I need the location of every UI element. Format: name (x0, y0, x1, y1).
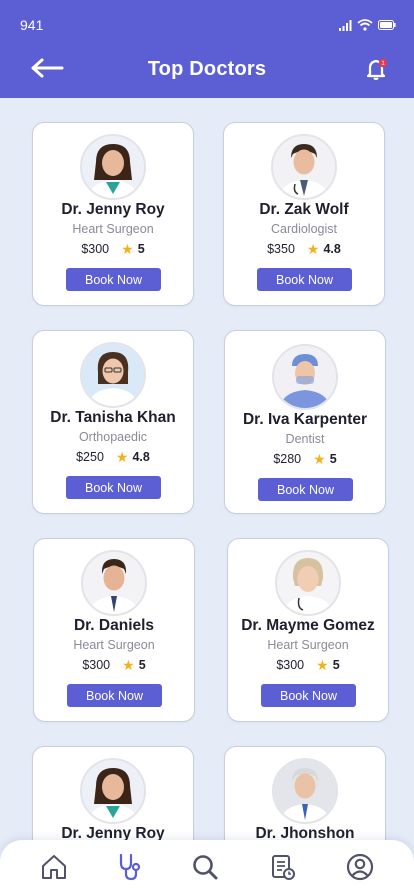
price-rating-row: $300 ★ 5 (33, 242, 193, 256)
star-icon: ★ (316, 657, 329, 673)
rating-value: 5 (332, 658, 340, 672)
book-now-button[interactable]: Book Now (67, 684, 162, 707)
doctor-card[interactable]: Dr. Daniels Heart Surgeon $300 ★ 5 Book N… (33, 538, 195, 722)
book-now-button[interactable]: Book Now (66, 476, 161, 499)
doctor-specialty: Heart Surgeon (267, 638, 349, 652)
doctor-rating: ★ 4.8 (307, 242, 341, 256)
rating-value: 5 (138, 658, 146, 672)
doctor-rating: ★ 5 (316, 658, 340, 672)
price-rating-row: $300 ★ 5 (34, 658, 194, 672)
price-rating-row: $280 ★ 5 (225, 452, 385, 466)
price-rating-row: $350 ★ 4.8 (224, 242, 384, 256)
doctor-name: Dr. Zak Wolf (259, 201, 349, 218)
doctor-avatar (271, 134, 337, 200)
star-icon: ★ (122, 657, 135, 673)
doctor-price: $300 (81, 242, 110, 256)
battery-icon (378, 20, 396, 30)
doctor-price: $300 (82, 658, 111, 672)
doctor-name: Dr. Jenny Roy (61, 201, 165, 218)
search-icon[interactable] (190, 852, 220, 882)
doctor-avatar (81, 550, 147, 616)
star-icon: ★ (121, 241, 134, 257)
notification-bell-icon[interactable]: 1 (364, 56, 390, 82)
profile-icon[interactable] (345, 852, 375, 882)
doctor-specialty: Cardiologist (270, 222, 337, 236)
doctor-avatar (272, 344, 338, 410)
price-rating-row: $300 ★ 5 (228, 658, 388, 672)
doctor-rating: ★ 5 (313, 452, 337, 466)
status-icons (339, 19, 396, 31)
doctor-card[interactable]: Dr. Iva Karpenter Dentist $280 ★ 5 Book N… (224, 330, 386, 514)
doctor-specialty: Dentist (285, 432, 325, 446)
rating-value: 5 (329, 452, 337, 466)
doctor-rating: ★ 5 (121, 242, 145, 256)
doctor-specialty: Heart Surgeon (72, 222, 154, 236)
star-icon: ★ (306, 241, 320, 257)
doctor-price: $300 (276, 658, 305, 672)
signal-icon (339, 19, 352, 31)
doctor-rating: ★ 5 (122, 658, 146, 672)
rating-value: 5 (137, 242, 145, 256)
rating-value: 4.8 (132, 450, 150, 464)
status-time: 941 (20, 17, 44, 33)
doctor-avatar (80, 342, 146, 408)
book-now-button[interactable]: Book Now (66, 268, 161, 291)
doctor-name: Dr. Tanisha Khan (50, 409, 176, 426)
wifi-icon (357, 19, 373, 31)
home-icon[interactable] (39, 852, 69, 882)
doctor-card[interactable]: Dr. Mayme Gomez Heart Surgeon $300 ★ 5 Bo… (227, 538, 389, 722)
doctor-card[interactable]: Dr. Jenny Roy Heart Surgeon $300 ★ 5 Book… (32, 122, 194, 306)
doctor-avatar (275, 550, 341, 616)
doctor-card[interactable]: Dr. Tanisha Khan Orthopaedic $250 ★ 4.8 B… (32, 330, 194, 514)
records-icon[interactable] (268, 852, 298, 882)
app-header: 941 Top Doctors 1 (0, 0, 414, 98)
book-now-button[interactable]: Book Now (261, 684, 356, 707)
doctor-name: Dr. Mayme Gomez (241, 617, 375, 634)
doctor-rating: ★ 4.8 (116, 450, 150, 464)
doctor-price: $280 (273, 452, 302, 466)
rating-value: 4.8 (323, 242, 341, 256)
doctor-specialty: Orthopaedic (78, 430, 148, 444)
doctor-specialty: Heart Surgeon (73, 638, 155, 652)
book-now-button[interactable]: Book Now (258, 478, 353, 501)
doctor-price: $350 (267, 242, 295, 256)
doctor-name: Dr. Daniels (73, 617, 155, 634)
doctor-price: $250 (76, 450, 104, 464)
doctor-name: Dr. Iva Karpenter (242, 411, 368, 428)
star-icon: ★ (313, 451, 326, 467)
bottom-navigation (0, 840, 414, 896)
doctor-avatar (272, 758, 338, 824)
doctor-avatar (80, 758, 146, 824)
doctor-avatar (80, 134, 146, 200)
price-rating-row: $250 ★ 4.8 (33, 450, 193, 464)
stethoscope-icon[interactable] (114, 852, 144, 882)
page-title: Top Doctors (147, 58, 267, 80)
book-now-button[interactable]: Book Now (257, 268, 352, 291)
doctor-card[interactable]: Dr. Zak Wolf Cardiologist $350 ★ 4.8 Book… (223, 122, 385, 306)
star-icon: ★ (115, 449, 129, 465)
